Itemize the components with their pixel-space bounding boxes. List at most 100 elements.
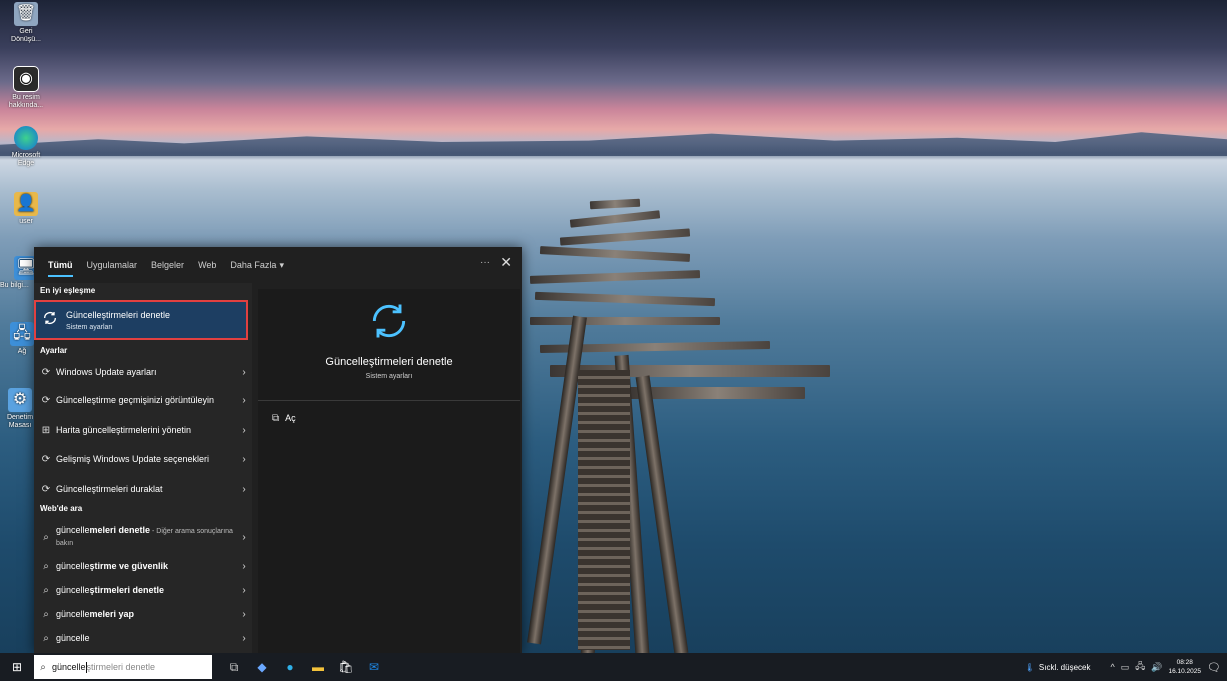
settings-item-label: Windows Update ayarları [56,366,157,377]
thermometer-icon: 🌡 [1024,662,1035,672]
search-autocomplete-hint: ştirmeleri denetle [86,662,156,672]
edge-icon [14,126,38,150]
camera-icon: ◉ [13,66,39,92]
settings-item-label: Güncelleştirme geçmişinizi görüntüleyin [56,394,215,405]
control-panel-icon: ⚙ [8,388,32,412]
web-item[interactable]: ⌕ güncelleştirme ve güvenlik › [34,557,252,575]
search-icon: ⌕ [43,531,49,543]
search-input[interactable]: ⌕ güncelle ştirmeleri denetle [34,655,212,679]
system-tray: 🌡 Sıckl. düşecek ^ ▭ 🖧 🔊 08:28 16.10.202… [1025,653,1227,681]
web-item-text: güncellemeleri yap [56,608,135,619]
network-icon[interactable]: 🖧 [1135,659,1145,675]
web-item[interactable]: ⌕ güncellemeleri yap › [34,605,252,623]
task-view-icon[interactable]: ⧉ [220,653,248,681]
copilot-icon[interactable]: ◆ [248,653,276,681]
weather-text: Sıckl. düşecek [1038,662,1091,672]
search-icon: ⌕ [43,632,49,644]
desktop-icon-label: Denetim Masası [6,414,34,429]
settings-heading: Ayarlar [40,346,68,355]
settings-item-update-history[interactable]: ⟳ Güncelleştirme geçmişinizi görüntüleyi… [34,387,252,413]
results-list: En iyi eşleşme Güncelleştirmeleri denetl… [34,283,252,653]
open-label: Aç [285,413,296,423]
close-icon[interactable]: ✕ [500,254,512,271]
best-match-subtitle: Sistem ayarları [66,324,113,331]
tab-all[interactable]: Tümü [41,247,80,283]
open-action[interactable]: ⧉ Aç [272,413,296,424]
settings-item-windows-update[interactable]: ⟳ Windows Update ayarları › [34,363,252,381]
chevron-right-icon: › [242,483,246,495]
sync-icon: ⟳ [41,453,51,465]
web-item[interactable]: ⌕ güncelle › [34,629,252,647]
more-options-icon[interactable]: ··· [480,257,490,268]
preview-subtitle: Sistem ayarları [365,373,413,380]
desktop-icon-label: Bu bilgi... [0,282,29,289]
search-icon: ⌕ [43,608,49,620]
search-typed-text: güncelle [52,662,86,672]
best-match-title: Güncelleştirmeleri denetle [66,310,171,320]
divider [258,400,520,401]
notification-icon[interactable]: 🗨 [1207,661,1221,674]
taskbar: ⊞ ⌕ güncelle ştirmeleri denetle ⧉ ◆ ● ▬ … [0,653,1227,681]
map-icon: ⊞ [41,424,51,436]
weather-widget[interactable]: 🌡 Sıckl. düşecek [1025,663,1091,672]
desktop-icon-label: Ağ [17,348,27,355]
chevron-right-icon: › [242,531,246,543]
tab-web[interactable]: Web [191,247,223,283]
desktop-icon-label: Bu resim hakkında... [8,94,44,109]
desktop-icon-about-image[interactable]: ◉ Bu resim hakkında... [6,66,46,110]
sync-icon [372,304,406,338]
start-search-panel: Tümü Uygulamalar Belgeler Web Daha Fazla… [34,247,522,653]
chevron-right-icon: › [242,632,246,644]
settings-item-pause-updates[interactable]: ⟳ Güncelleştirmeleri duraklat › [34,480,252,498]
chevron-right-icon: › [242,608,246,620]
best-match-item[interactable]: Güncelleştirmeleri denetle Sistem ayarla… [34,300,248,340]
wallpaper-mountains [0,132,1227,156]
desktop-icon-edge[interactable]: Microsoft Edge [6,126,46,168]
sync-icon: ⟳ [41,394,51,406]
clock[interactable]: 08:28 16.10.2025 [1168,658,1201,676]
wallpaper-pier [527,195,830,656]
tab-documents[interactable]: Belgeler [144,247,191,283]
settings-item-label: Harita güncelleştirmelerini yönetin [56,424,192,435]
chevron-right-icon: › [242,424,246,436]
web-item-text: güncelleştirme ve güvenlik [56,560,169,571]
settings-item-advanced-options[interactable]: ⟳ Gelişmiş Windows Update seçenekleri › [34,446,252,472]
chevron-right-icon: › [242,394,246,406]
desktop-icon-label: Microsoft Edge [11,152,41,167]
search-icon: ⌕ [43,560,49,572]
search-tabs: Tümü Uygulamalar Belgeler Web Daha Fazla [34,247,522,283]
sync-icon [44,312,56,324]
preview-title: Güncelleştirmeleri denetle [325,356,453,368]
desktop-icon-recycle-bin[interactable]: 🗑 Geri Dönüşü... [6,2,46,44]
tab-apps[interactable]: Uygulamalar [80,247,145,283]
tab-more[interactable]: Daha Fazla [223,247,291,283]
clock-time: 08:28 [1176,659,1193,666]
file-explorer-icon[interactable]: ▬ [304,653,332,681]
chevron-right-icon: › [242,366,246,378]
chevron-up-icon[interactable]: ^ [1110,662,1114,672]
volume-icon[interactable]: 🔊 [1151,662,1162,673]
outlook-icon[interactable]: ✉ [360,653,388,681]
network-icon: 🖧 [10,322,34,346]
web-item-text: güncelle [56,632,90,643]
clock-date: 16.10.2025 [1168,668,1202,675]
web-item-text: güncellemeleri denetle - Diğer arama son… [56,525,233,547]
battery-icon[interactable]: ▭ [1121,662,1130,673]
web-item[interactable]: ⌕ güncelleştirmeleri denetle › [34,581,252,599]
edge-icon[interactable]: ● [276,653,304,681]
settings-item-map-updates[interactable]: ⊞ Harita güncelleştirmelerini yönetin › [34,421,252,439]
web-item[interactable]: ⌕ güncellemeleri denetle - Diğer arama s… [34,523,252,551]
web-search-heading: Web'de ara [40,504,83,513]
chevron-right-icon: › [242,453,246,465]
store-icon[interactable]: 🛍 [332,653,360,681]
search-icon: ⌕ [40,661,46,673]
desktop-icon-label: Geri Dönüşü... [11,28,41,43]
windows-start-icon[interactable]: ⊞ [0,653,34,681]
desktop-icon-user[interactable]: 👤 user [6,192,46,226]
open-icon: ⧉ [272,413,280,424]
sync-icon: ⟳ [41,366,51,378]
best-match-heading: En iyi eşleşme [40,286,96,295]
desktop-icon-label: user [19,218,33,225]
recycle-bin-icon: 🗑 [14,2,38,26]
search-icon: ⌕ [43,584,49,596]
